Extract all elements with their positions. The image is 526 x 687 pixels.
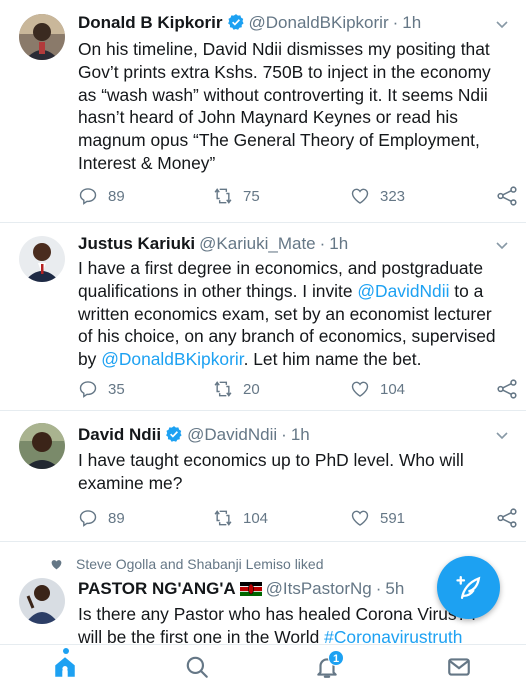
tweet-time[interactable]: 1h: [329, 234, 348, 253]
tweet-donald[interactable]: Donald B Kipkorir @DonaldBKipkorir · 1h On …: [0, 0, 526, 222]
retweet-button[interactable]: 104: [213, 507, 268, 529]
author-name[interactable]: Donald B Kipkorir: [78, 13, 223, 32]
author-name[interactable]: Justus Kariuki: [78, 234, 195, 253]
tweet-text: I have a first degree in economics, and …: [78, 257, 508, 371]
retweet-icon: [214, 381, 232, 397]
nav-notifications[interactable]: 1: [314, 650, 344, 682]
tweet-text-line: examine me?: [78, 472, 183, 493]
nav-messages[interactable]: [446, 654, 476, 682]
avatar[interactable]: [19, 236, 65, 282]
like-button[interactable]: 323: [350, 185, 405, 207]
tweet-text-line: I have a first degree in economics, and …: [78, 258, 484, 278]
tweet-text-line: Gov’t prints extra Kshs. 750B to inject …: [78, 61, 491, 82]
social-context-text: Steve Ogolla and Shabanji Lemiso liked: [76, 556, 324, 572]
mention-link[interactable]: @DavidNdii: [357, 281, 449, 301]
verified-badge-icon: [166, 426, 182, 442]
text-segment: qualifications in other things. I invite: [78, 280, 358, 301]
retweet-count: 104: [243, 509, 269, 527]
like-button[interactable]: 591: [350, 507, 405, 529]
author-handle[interactable]: @DavidNdii: [187, 425, 277, 444]
text-segment: . Let him name the bet.: [243, 349, 422, 370]
retweet-icon: [214, 510, 232, 526]
heart-icon: [351, 188, 369, 204]
kenya-flag-icon: [239, 582, 262, 596]
tweet-justus[interactable]: Justus Kariuki @Kariuki_Mate · 1h I have a …: [0, 223, 526, 410]
text-segment: to a: [449, 280, 484, 301]
reply-count: 89: [108, 509, 125, 527]
messages-icon: [448, 658, 470, 676]
like-count: 591: [380, 509, 406, 527]
mention-link[interactable]: @DonaldBKipkorir: [101, 349, 243, 369]
tweet-time[interactable]: 1h: [402, 13, 421, 32]
separator-dot: ·: [281, 425, 287, 444]
like-count: 323: [380, 187, 406, 205]
like-button[interactable]: 104: [350, 378, 405, 400]
tweet-text-line: On his timeline, David Ndii dismisses my…: [78, 39, 490, 59]
tweet-text: On his timeline, David Ndii dismisses my…: [78, 38, 508, 175]
avatar[interactable]: [19, 14, 65, 60]
retweet-count: 20: [243, 380, 260, 398]
tweet-text: I have taught economics up to PhD level.…: [78, 449, 508, 495]
reply-button[interactable]: 89: [78, 507, 125, 529]
retweet-button[interactable]: 75: [213, 185, 260, 207]
text-segment: by: [78, 349, 102, 370]
reply-count: 35: [108, 380, 125, 398]
separator-dot: ·: [319, 234, 326, 253]
like-count: 104: [380, 380, 406, 398]
nav-home[interactable]: [52, 648, 82, 682]
share-icon[interactable]: [496, 185, 518, 207]
tweet-text-line: of his choice, on any branch of economic…: [78, 326, 496, 347]
retweet-button[interactable]: 20: [213, 378, 260, 400]
reply-button[interactable]: 35: [78, 378, 125, 400]
tweet-text: Is there any Pastor who has healed Coron…: [78, 603, 508, 649]
retweet-count: 75: [243, 187, 260, 205]
compose-tweet-button[interactable]: [437, 556, 500, 619]
separator-dot: ·: [375, 579, 382, 598]
tweet-text-line: by @DonaldBKipkorir. Let him name the be…: [78, 348, 508, 371]
reply-count: 89: [108, 187, 125, 205]
reply-icon: [79, 188, 97, 205]
tweet-text-line: qualifications in other things. I invite…: [78, 280, 508, 303]
author-handle[interactable]: @Kariuki_Mate: [199, 234, 315, 253]
author-name[interactable]: PASTOR NG'ANG'A: [78, 579, 236, 598]
share-icon[interactable]: [496, 378, 518, 400]
search-icon: [186, 656, 208, 678]
retweet-icon: [214, 188, 232, 204]
tweet-text-line: magnum opus “The General Theory of Emplo…: [78, 130, 480, 151]
chevron-down-icon[interactable]: [494, 427, 510, 443]
tweet-text-line: written economics exam, set by an econom…: [78, 303, 492, 324]
reply-button[interactable]: 89: [78, 185, 125, 207]
avatar[interactable]: [19, 578, 65, 624]
share-icon[interactable]: [496, 507, 518, 529]
bottom-navigation: 1: [0, 644, 526, 687]
tweet-time[interactable]: 5h: [385, 579, 404, 598]
notifications-badge: 1: [328, 650, 344, 666]
compose-feather-icon: [456, 576, 481, 599]
author-handle[interactable]: @ItsPastorNg: [266, 579, 372, 598]
avatar[interactable]: [19, 423, 65, 469]
social-context: Steve Ogolla and Shabanji Lemiso liked: [51, 555, 324, 573]
verified-badge-icon: [227, 14, 244, 30]
heart-filled-icon: [51, 560, 62, 570]
reply-icon: [79, 510, 97, 527]
heart-icon: [351, 381, 369, 397]
chevron-down-icon[interactable]: [494, 237, 510, 253]
tweet-text-line: Interest & Money”: [78, 152, 216, 173]
home-icon: [55, 657, 75, 677]
author-handle[interactable]: @DonaldBKipkorir: [249, 13, 389, 32]
tweet-text-line: as “wash wash” without controverting it.…: [78, 84, 488, 105]
chevron-down-icon[interactable]: [494, 16, 510, 32]
new-content-dot: [63, 648, 69, 654]
tweet-text-line: hasn’t heard of John Maynard Keynes or r…: [78, 107, 458, 128]
divider: [0, 541, 526, 542]
tweet-text-line: I have taught economics up to PhD level.…: [78, 450, 464, 470]
separator-dot: ·: [392, 13, 399, 32]
reply-icon: [79, 381, 97, 398]
author-name[interactable]: David Ndii: [78, 425, 161, 444]
nav-search[interactable]: [184, 654, 214, 682]
heart-icon: [351, 510, 369, 526]
tweet-time[interactable]: 1h: [291, 425, 310, 444]
tweet-david[interactable]: David Ndii @DavidNdii · 1h I have taught ec…: [0, 411, 526, 541]
